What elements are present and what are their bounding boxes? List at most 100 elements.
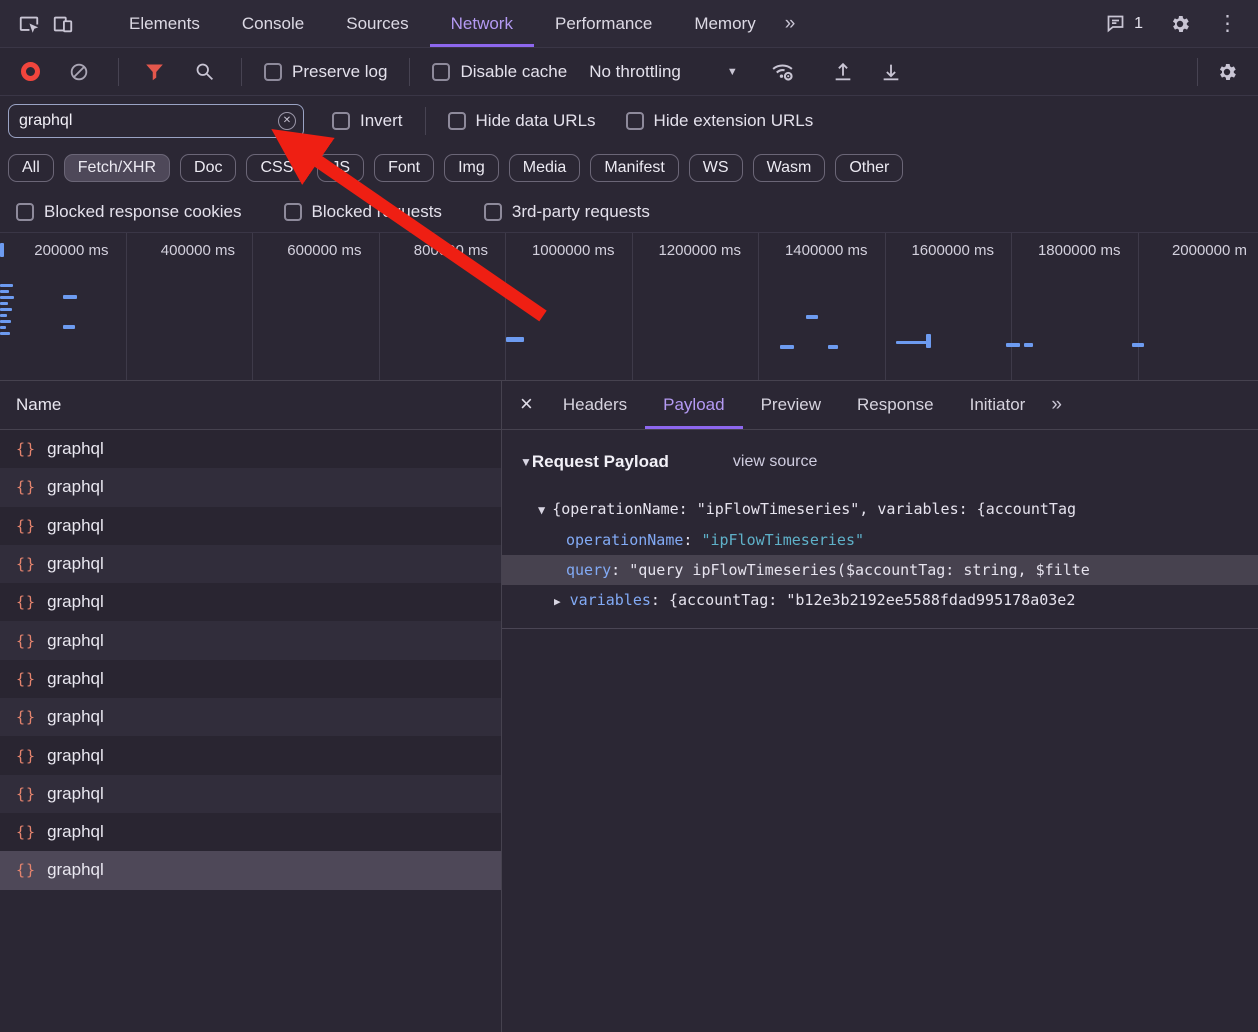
request-row[interactable]: {} graphql <box>0 775 501 813</box>
chip-manifest[interactable]: Manifest <box>590 154 678 182</box>
waterfall-bar <box>0 302 8 305</box>
detail-tab-headers[interactable]: Headers <box>545 381 645 429</box>
json-braces-icon: {} <box>16 593 36 611</box>
request-row[interactable]: {}graphql <box>0 698 501 736</box>
kebab-menu-icon[interactable]: ⋮ <box>1217 11 1238 36</box>
console-messages-button[interactable]: 1 <box>1103 12 1143 36</box>
invert-checkbox[interactable]: Invert <box>332 111 403 131</box>
tab-console[interactable]: Console <box>221 0 325 47</box>
preserve-log-label: Preserve log <box>292 62 387 82</box>
view-source-link[interactable]: view source <box>733 453 817 471</box>
timeline-column: 1800000 ms <box>1012 233 1139 380</box>
chip-ws[interactable]: WS <box>689 154 743 182</box>
device-toolbar-icon[interactable] <box>46 7 80 41</box>
detail-tab-response[interactable]: Response <box>839 381 952 429</box>
close-icon[interactable]: × <box>514 391 545 419</box>
request-row[interactable]: {}graphql <box>0 468 501 506</box>
filter-input[interactable] <box>8 104 304 138</box>
network-settings-gear-icon[interactable] <box>1210 55 1244 89</box>
request-row[interactable]: {}graphql <box>0 545 501 583</box>
tab-memory[interactable]: Memory <box>673 0 776 47</box>
invert-label: Invert <box>360 111 403 131</box>
timeline-overview[interactable]: 200000 ms400000 ms600000 ms800000 ms1000… <box>0 232 1258 381</box>
more-detail-tabs-chevron-icon[interactable]: » <box>1051 394 1060 416</box>
throttling-select[interactable]: No throttling ▼ <box>589 62 738 82</box>
chip-css[interactable]: CSS <box>246 154 307 182</box>
request-row[interactable]: {}graphql <box>0 583 501 621</box>
chip-media[interactable]: Media <box>509 154 581 182</box>
request-row[interactable]: {}graphql <box>0 736 501 774</box>
detail-tabs-bar: × HeadersPayloadPreviewResponseInitiator… <box>502 381 1258 430</box>
waterfall-bar <box>1024 343 1033 347</box>
waterfall-bar <box>1006 343 1020 347</box>
hide-extension-urls-label: Hide extension URLs <box>654 111 814 131</box>
checkbox-label: Blocked requests <box>312 202 442 222</box>
checkbox-icon <box>332 112 350 130</box>
timeline-tick-label: 1600000 ms <box>886 233 1012 259</box>
timeline-column: 600000 ms <box>253 233 380 380</box>
clear-requests-icon[interactable] <box>62 55 96 89</box>
chip-wasm[interactable]: Wasm <box>753 154 826 182</box>
payload-entry-query[interactable]: query: "query ipFlowTimeseries($accountT… <box>502 555 1258 585</box>
json-braces-icon: {} <box>16 440 36 458</box>
detail-tab-preview[interactable]: Preview <box>743 381 839 429</box>
hide-data-urls-checkbox[interactable]: Hide data URLs <box>448 111 596 131</box>
waterfall-bar <box>1132 343 1144 347</box>
disable-cache-checkbox[interactable]: Disable cache <box>432 62 567 82</box>
chip-doc[interactable]: Doc <box>180 154 236 182</box>
payload-preview-line[interactable]: ▼{operationName: "ipFlowTimeseries", var… <box>502 494 1258 525</box>
search-icon[interactable] <box>187 55 221 89</box>
preserve-log-checkbox[interactable]: Preserve log <box>264 62 387 82</box>
hide-extension-urls-checkbox[interactable]: Hide extension URLs <box>626 111 814 131</box>
chip-other[interactable]: Other <box>835 154 903 182</box>
export-har-icon[interactable] <box>874 55 908 89</box>
filter-checkbox-blocked-response-cookies[interactable]: Blocked response cookies <box>16 202 242 222</box>
detail-tabs: HeadersPayloadPreviewResponseInitiator <box>545 381 1043 429</box>
settings-gear-icon[interactable] <box>1163 7 1197 41</box>
request-row[interactable]: {}graphql <box>0 813 501 851</box>
filter-checkbox-3rd-party-requests[interactable]: 3rd-party requests <box>484 202 650 222</box>
name-column-header[interactable]: Name <box>0 381 501 430</box>
waterfall-bar <box>63 295 77 299</box>
clear-filter-icon[interactable]: ✕ <box>278 112 296 130</box>
inspect-element-icon[interactable] <box>12 7 46 41</box>
payload-entry-variables[interactable]: ▶variables: {accountTag: "b12e3b2192ee55… <box>502 585 1258 617</box>
section-collapse-icon[interactable]: ▼ <box>520 455 532 469</box>
name-header-label: Name <box>16 395 61 415</box>
json-braces-icon: {} <box>16 785 36 803</box>
chip-fetch-xhr[interactable]: Fetch/XHR <box>64 154 170 182</box>
filter-funnel-icon[interactable] <box>137 55 171 89</box>
detail-tab-initiator[interactable]: Initiator <box>952 381 1044 429</box>
waterfall-bar <box>0 308 12 311</box>
chip-img[interactable]: Img <box>444 154 499 182</box>
chip-js[interactable]: JS <box>317 154 364 182</box>
network-conditions-icon[interactable] <box>766 55 800 89</box>
record-button[interactable] <box>21 62 40 81</box>
expand-triangle-icon[interactable]: ▶ <box>554 595 561 608</box>
request-row[interactable]: {} graphql <box>0 430 501 468</box>
more-tabs-chevron-icon[interactable]: » <box>785 13 794 35</box>
request-name: graphql <box>47 669 104 689</box>
tab-network[interactable]: Network <box>430 0 534 47</box>
tab-performance[interactable]: Performance <box>534 0 673 47</box>
tab-sources[interactable]: Sources <box>325 0 429 47</box>
tab-elements[interactable]: Elements <box>108 0 221 47</box>
request-name: graphql <box>47 784 104 804</box>
request-name: graphql <box>47 439 104 459</box>
filter-checkbox-blocked-requests[interactable]: Blocked requests <box>284 202 442 222</box>
checkbox-icon <box>448 112 466 130</box>
request-row[interactable]: {}graphql <box>0 507 501 545</box>
timeline-column: 1000000 ms <box>506 233 633 380</box>
devtools-window: ElementsConsoleSourcesNetworkPerformance… <box>0 0 1258 1032</box>
chip-font[interactable]: Font <box>374 154 434 182</box>
import-har-icon[interactable] <box>826 55 860 89</box>
chip-all[interactable]: All <box>8 154 54 182</box>
json-braces-icon: {} <box>16 823 36 841</box>
request-row[interactable]: {}graphql <box>0 621 501 659</box>
request-row[interactable]: {}graphql <box>0 660 501 698</box>
collapse-triangle-icon[interactable]: ▼ <box>538 503 545 517</box>
request-row[interactable]: {}graphql <box>0 851 501 889</box>
detail-tab-payload[interactable]: Payload <box>645 381 742 429</box>
payload-divider <box>502 628 1258 629</box>
payload-entry-operationname[interactable]: operationName: "ipFlowTimeseries" <box>502 525 1258 555</box>
